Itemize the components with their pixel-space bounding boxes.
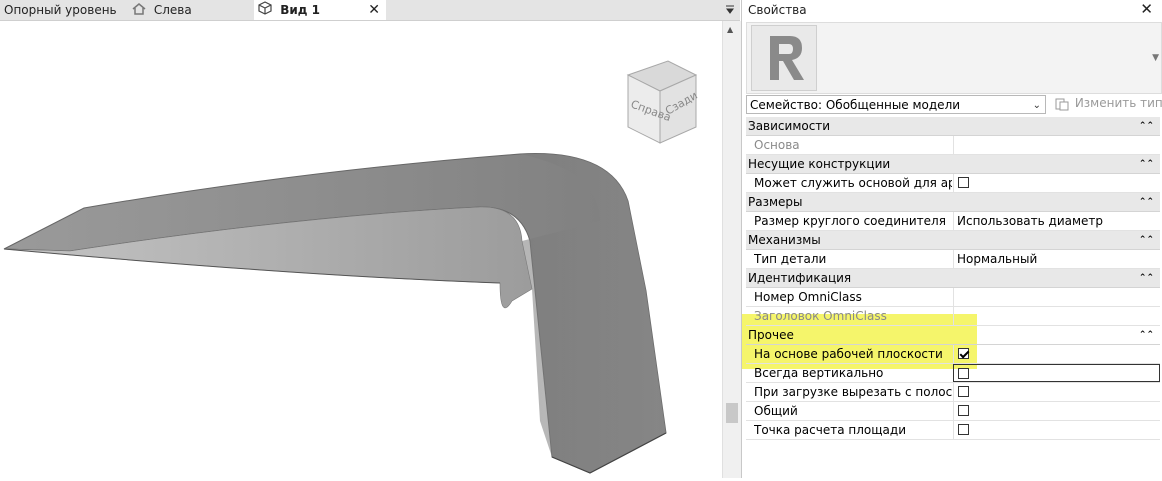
property-row[interactable]: Всегда вертикально [746,364,1160,383]
property-name: Тип детали [754,252,827,266]
checkbox[interactable] [958,386,969,397]
family-select-value: Семейство: Обобщенные модели [750,98,961,112]
collapse-icon[interactable]: ⌃⌃ [1139,193,1154,211]
property-name: Размер круглого соединителя [754,214,946,228]
close-icon[interactable]: ✕ [368,0,380,20]
3d-cube-icon [258,0,272,21]
close-icon[interactable]: ✕ [1140,0,1153,18]
property-row[interactable]: Тип детали Нормальный [746,250,1160,269]
family-select[interactable]: Семейство: Обобщенные модели ⌄ [746,95,1046,114]
tab-label: Слева [153,3,192,17]
viewport-scrollbar[interactable]: ▲ [722,21,741,478]
group-label: Прочее [748,328,794,342]
3d-viewport[interactable]: Справа Сзади [0,21,722,478]
checkbox[interactable] [958,405,969,416]
viewcube: Справа Сзади [626,60,700,144]
property-value[interactable] [953,288,1160,306]
property-name: Всегда вертикально [754,366,884,380]
collapse-icon[interactable]: ⌃⌃ [1139,117,1154,135]
group-header-mechanisms[interactable]: Механизмы ⌃⌃ [746,231,1160,250]
property-row[interactable]: Основа [746,136,1160,155]
group-header-structural[interactable]: Несущие конструкции ⌃⌃ [746,155,1160,174]
property-name: Основа [754,138,800,152]
property-name: Может служить основой для арма... [754,176,952,190]
group-header-constraints[interactable]: Зависимости ⌃⌃ [746,117,1160,136]
collapse-icon[interactable]: ⌃⌃ [1139,326,1154,344]
group-label: Размеры [748,195,803,209]
properties-grid: Зависимости ⌃⌃ Основа Несущие конструкци… [746,117,1160,440]
group-header-identity[interactable]: Идентификация ⌃⌃ [746,269,1160,288]
collapse-icon[interactable]: ⌃⌃ [1139,269,1154,287]
collapse-icon[interactable]: ⌃⌃ [1139,231,1154,249]
edit-type-button[interactable]: Изменить тип [1055,95,1162,114]
property-row[interactable]: Может служить основой для арма... [746,174,1160,193]
property-name: Точка расчета площади [754,423,906,437]
property-value[interactable] [953,345,1160,363]
panel-title: Свойства [748,3,807,17]
edit-type-label: Изменить тип [1074,96,1162,110]
checkbox[interactable] [958,424,969,435]
property-row[interactable]: Номер OmniClass [746,288,1160,307]
property-name: При загрузке вырезать с полостями [754,385,952,399]
property-value[interactable] [953,307,1160,325]
tab-menu-icon[interactable] [724,4,736,16]
tab-label: Вид 1 [280,3,320,17]
property-value[interactable] [953,421,1160,439]
type-selector[interactable]: ▼ [746,22,1162,94]
checkbox[interactable] [958,177,969,188]
group-label: Несущие конструкции [748,157,891,171]
chevron-down-icon[interactable]: ▼ [1152,53,1159,63]
scrollbar-thumb[interactable] [726,403,738,423]
property-value[interactable] [953,402,1160,420]
house-icon [132,1,146,21]
group-label: Механизмы [748,233,821,247]
group-header-dimensions[interactable]: Размеры ⌃⌃ [746,193,1160,212]
property-row[interactable]: Точка расчета площади [746,421,1160,440]
property-value-selected[interactable] [953,364,1160,382]
property-value[interactable]: Использовать диаметр [953,212,1160,230]
property-value[interactable] [953,136,1160,154]
collapse-icon[interactable]: ⌃⌃ [1139,155,1154,173]
group-label: Зависимости [748,119,831,133]
properties-panel: Свойства ✕ ▼ Семейство: Обобщенные модел… [741,0,1162,478]
checkbox-checked[interactable] [958,348,969,359]
group-header-other[interactable]: Прочее ⌃⌃ [746,326,1160,345]
property-row[interactable]: На основе рабочей плоскости [746,345,1160,364]
property-value[interactable]: Нормальный [953,250,1160,268]
property-name: Общий [754,404,798,418]
tab-left[interactable]: Слева [128,0,250,20]
revit-logo-icon [751,25,817,91]
property-row[interactable]: Заголовок OmniClass [746,307,1160,326]
property-name: Заголовок OmniClass [754,309,887,323]
tab-label: Опорный уровень [4,3,117,17]
property-value[interactable] [953,174,1160,192]
property-name: Номер OmniClass [754,290,862,304]
model-canvas: Справа Сзади [3,60,700,474]
property-row[interactable]: Общий [746,402,1160,421]
tab-reference-level[interactable]: Опорный уровень [0,0,124,20]
view-tab-bar: Опорный уровень Слева Вид 1 ✕ [0,0,740,21]
property-value[interactable] [953,383,1160,401]
property-name: На основе рабочей плоскости [754,347,943,361]
chevron-down-icon[interactable]: ⌄ [1033,96,1041,115]
property-row[interactable]: Размер круглого соединителя Использовать… [746,212,1160,231]
property-row[interactable]: При загрузке вырезать с полостями [746,383,1160,402]
edit-type-icon [1055,97,1069,111]
tab-view-1[interactable]: Вид 1 ✕ [254,0,386,20]
checkbox[interactable] [958,368,969,379]
group-label: Идентификация [748,271,852,285]
scroll-up-icon[interactable]: ▲ [727,25,733,34]
